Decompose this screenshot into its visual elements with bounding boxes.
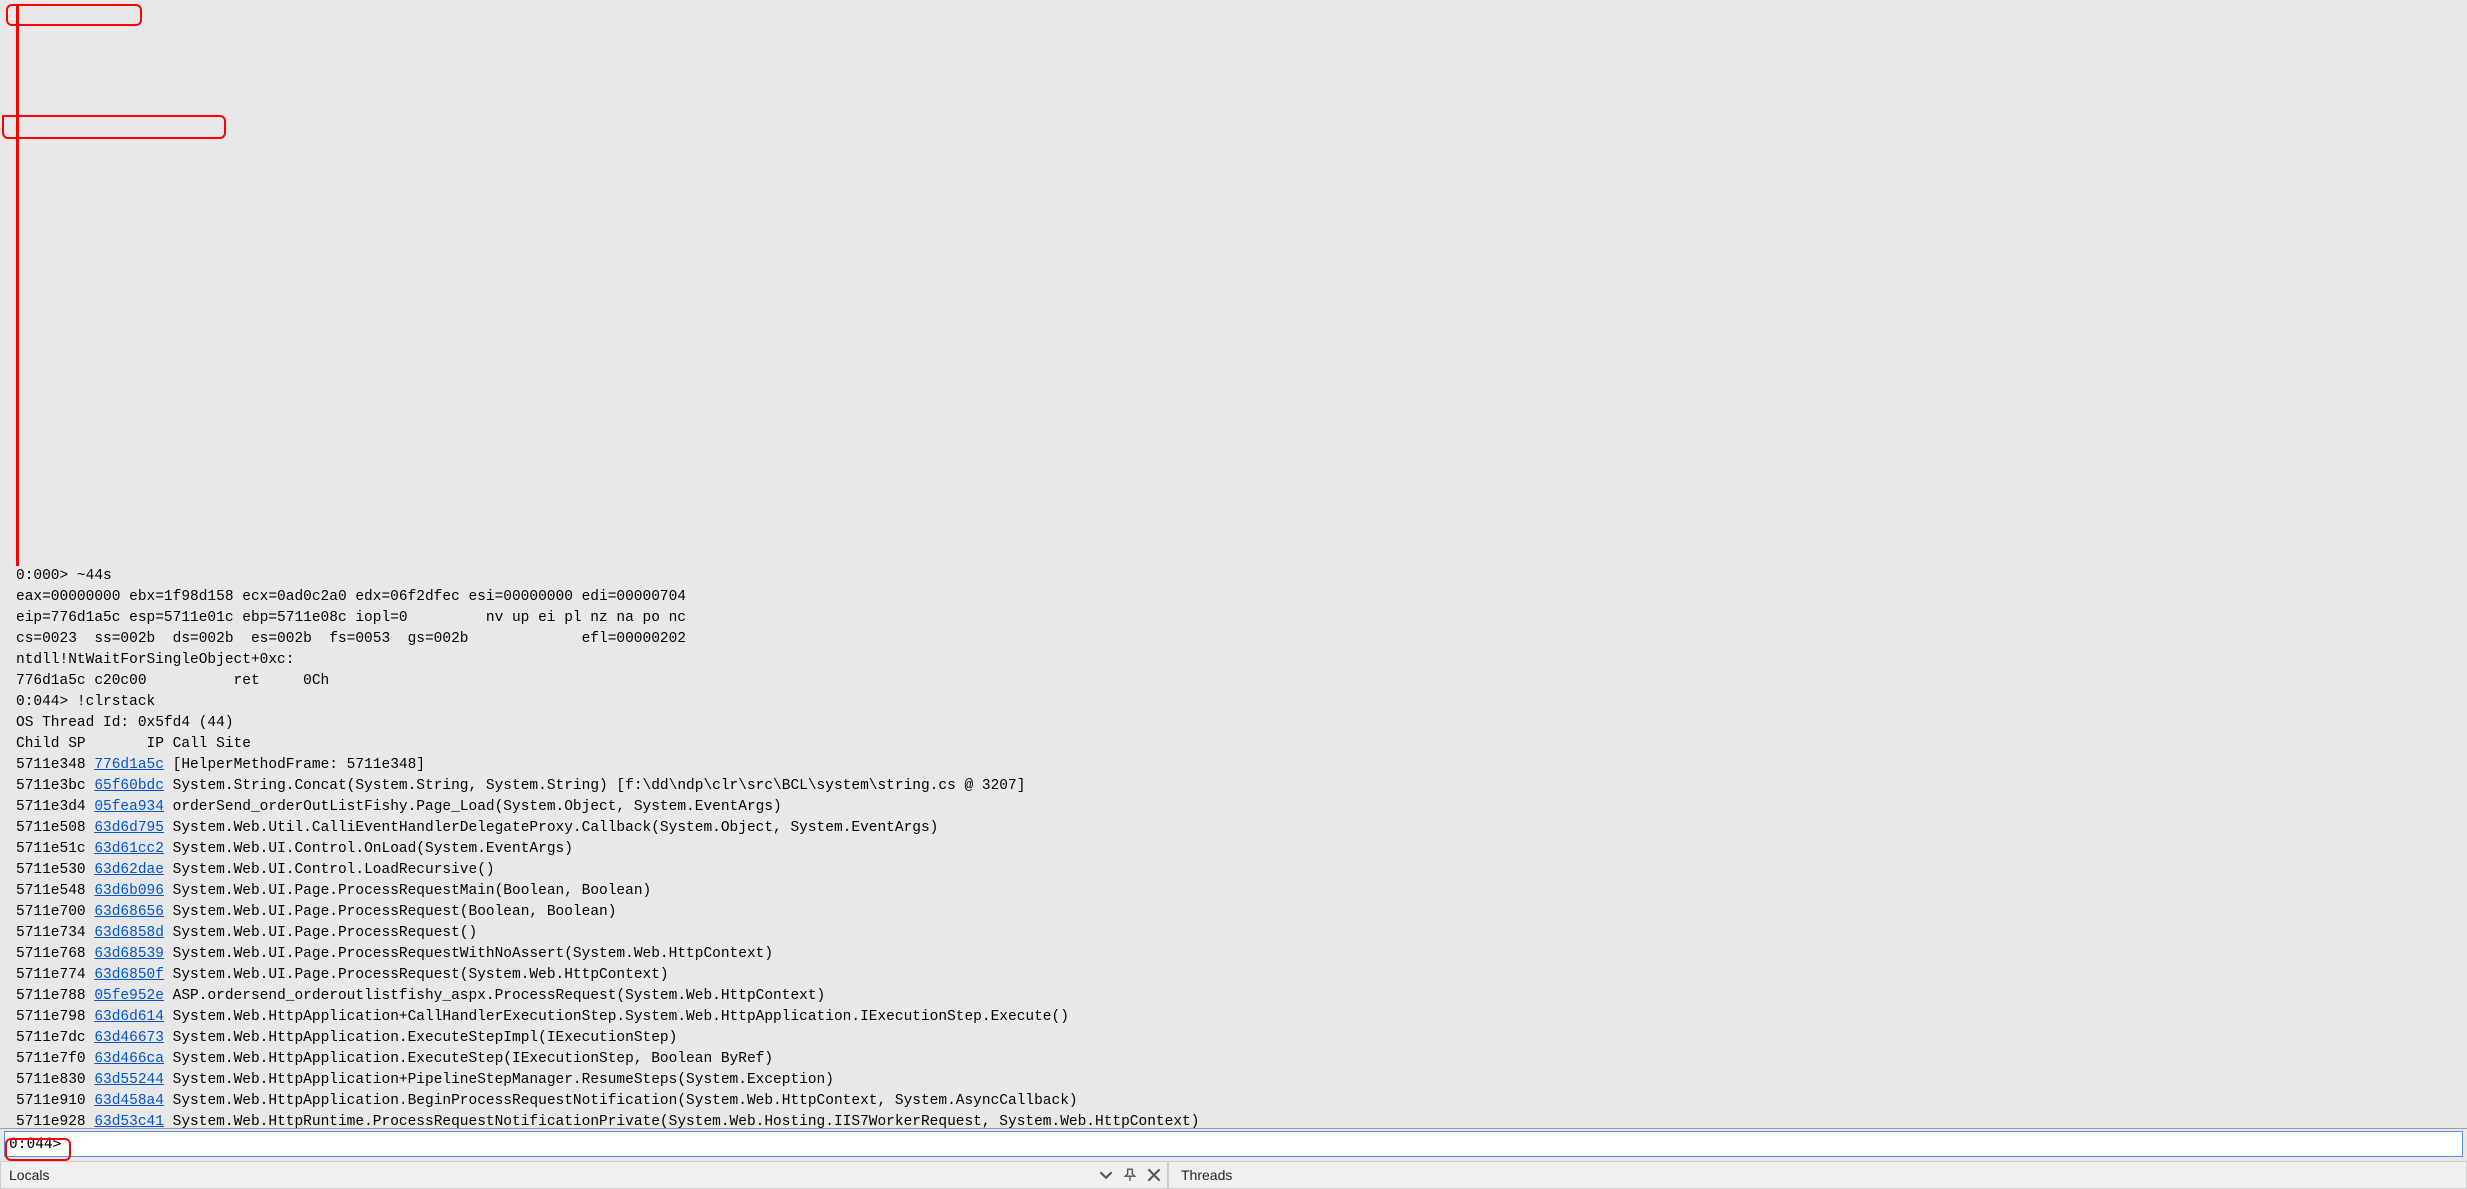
stack-frame: 5711e3bc 65f60bdc System.String.Concat(S…	[16, 776, 2451, 797]
frame-childsp: 5711e788	[16, 988, 94, 1004]
stack-frame: 5711e910 63d458a4 System.Web.HttpApplica…	[16, 1091, 2451, 1112]
stack-frame: 5711e774 63d6850f System.Web.UI.Page.Pro…	[16, 965, 2451, 986]
stack-frame: 5711e734 63d6858d System.Web.UI.Page.Pro…	[16, 923, 2451, 944]
frame-ip-link[interactable]: 63d55244	[94, 1072, 164, 1088]
frame-childsp: 5711e508	[16, 820, 94, 836]
stack-frame: 5711e51c 63d61cc2 System.Web.UI.Control.…	[16, 839, 2451, 860]
frame-ip-link[interactable]: 63d458a4	[94, 1093, 164, 1109]
thread-id-line: OS Thread Id: 0x5fd4 (44)	[16, 713, 2451, 734]
frame-childsp: 5711e700	[16, 904, 94, 920]
frame-ip-link[interactable]: 63d6850f	[94, 967, 164, 983]
locals-panel-header[interactable]: Locals	[0, 1161, 1168, 1189]
frame-childsp: 5711e3bc	[16, 778, 94, 794]
debugger-output-pane[interactable]: 0:000> ~44s eax=00000000 ebx=1f98d158 ec…	[0, 0, 2467, 1129]
stack-frame: 5711e508 63d6d795 System.Web.Util.CalliE…	[16, 818, 2451, 839]
frame-childsp: 5711e774	[16, 967, 94, 983]
frame-childsp: 5711e7f0	[16, 1051, 94, 1067]
frame-callsite: System.Web.UI.Page.ProcessRequestWithNoA…	[164, 946, 773, 962]
frame-callsite: ASP.ordersend_orderoutlistfishy_aspx.Pro…	[164, 988, 825, 1004]
frame-ip-link[interactable]: 63d53c41	[94, 1114, 164, 1129]
frame-childsp: 5711e348	[16, 757, 94, 773]
frame-callsite: System.Web.UI.Page.ProcessRequestMain(Bo…	[164, 883, 651, 899]
frame-ip-link[interactable]: 63d46673	[94, 1030, 164, 1046]
frame-ip-link[interactable]: 63d62dae	[94, 862, 164, 878]
stack-frame: 5711e7f0 63d466ca System.Web.HttpApplica…	[16, 1049, 2451, 1070]
frame-childsp: 5711e768	[16, 946, 94, 962]
frame-childsp: 5711e830	[16, 1072, 94, 1088]
frame-callsite: System.Web.HttpApplication.ExecuteStepIm…	[164, 1030, 677, 1046]
frame-callsite: System.Web.Util.CalliEventHandlerDelegat…	[164, 820, 938, 836]
prompt-line-1: 0:000> ~44s	[16, 566, 2451, 587]
frame-callsite: System.Web.HttpApplication+CallHandlerEx…	[164, 1009, 1069, 1025]
bottom-panel-row: Locals Threads	[0, 1161, 2467, 1189]
prompt-line-2: 0:044> !clrstack	[16, 692, 2451, 713]
frame-callsite: System.String.Concat(System.String, Syst…	[164, 778, 1025, 794]
stack-header: Child SP IP Call Site	[16, 734, 2451, 755]
frame-ip-link[interactable]: 63d466ca	[94, 1051, 164, 1067]
highlight-box-1	[6, 4, 142, 26]
frame-ip-link[interactable]: 63d6d614	[94, 1009, 164, 1025]
stack-frame: 5711e548 63d6b096 System.Web.UI.Page.Pro…	[16, 881, 2451, 902]
frame-ip-link[interactable]: 63d68539	[94, 946, 164, 962]
locals-panel-title: Locals	[9, 1167, 49, 1183]
highlight-box-2	[2, 115, 226, 139]
stack-frame: 5711e830 63d55244 System.Web.HttpApplica…	[16, 1070, 2451, 1091]
highlight-vert-line	[16, 4, 20, 566]
stack-frame: 5711e788 05fe952e ASP.ordersend_orderout…	[16, 986, 2451, 1007]
frame-childsp: 5711e910	[16, 1093, 94, 1109]
register-line: eip=776d1a5c esp=5711e01c ebp=5711e08c i…	[16, 608, 2451, 629]
frame-callsite: System.Web.UI.Page.ProcessRequest(System…	[164, 967, 669, 983]
command-prompt: 0:044>	[9, 1136, 61, 1152]
stack-frame: 5711e3d4 05fea934 orderSend_orderOutList…	[16, 797, 2451, 818]
frame-ip-link[interactable]: 776d1a5c	[94, 757, 164, 773]
frame-childsp: 5711e51c	[16, 841, 94, 857]
frame-callsite: System.Web.UI.Control.OnLoad(System.Even…	[164, 841, 573, 857]
frame-callsite: System.Web.HttpRuntime.ProcessRequestNot…	[164, 1114, 1199, 1129]
frame-childsp: 5711e734	[16, 925, 94, 941]
frame-ip-link[interactable]: 63d6b096	[94, 883, 164, 899]
frame-callsite: orderSend_orderOutListFishy.Page_Load(Sy…	[164, 799, 782, 815]
frame-ip-link[interactable]: 63d61cc2	[94, 841, 164, 857]
close-icon[interactable]	[1147, 1168, 1161, 1182]
threads-panel-header[interactable]: Threads	[1168, 1161, 2467, 1189]
dropdown-icon[interactable]	[1099, 1168, 1113, 1182]
frame-ip-link[interactable]: 63d68656	[94, 904, 164, 920]
frame-ip-link[interactable]: 63d6858d	[94, 925, 164, 941]
disasm-line: 776d1a5c c20c00 ret 0Ch	[16, 671, 2451, 692]
stack-frame: 5711e798 63d6d614 System.Web.HttpApplica…	[16, 1007, 2451, 1028]
stack-frame: 5711e348 776d1a5c [HelperMethodFrame: 57…	[16, 755, 2451, 776]
register-line: cs=0023 ss=002b ds=002b es=002b fs=0053 …	[16, 629, 2451, 650]
register-line: eax=00000000 ebx=1f98d158 ecx=0ad0c2a0 e…	[16, 587, 2451, 608]
frame-childsp: 5711e530	[16, 862, 94, 878]
frame-childsp: 5711e548	[16, 883, 94, 899]
frame-callsite: System.Web.UI.Page.ProcessRequest()	[164, 925, 477, 941]
frame-childsp: 5711e7dc	[16, 1030, 94, 1046]
frame-childsp: 5711e928	[16, 1114, 94, 1129]
frame-callsite: System.Web.UI.Control.LoadRecursive()	[164, 862, 495, 878]
frame-callsite: System.Web.HttpApplication.BeginProcessR…	[164, 1093, 1078, 1109]
command-input-row[interactable]: 0:044>	[4, 1131, 2463, 1157]
stack-frame: 5711e768 63d68539 System.Web.UI.Page.Pro…	[16, 944, 2451, 965]
frame-callsite: [HelperMethodFrame: 5711e348]	[164, 757, 425, 773]
frame-callsite: System.Web.HttpApplication+PipelineStepM…	[164, 1072, 834, 1088]
symbol-line: ntdll!NtWaitForSingleObject+0xc:	[16, 650, 2451, 671]
frame-callsite: System.Web.UI.Page.ProcessRequest(Boolea…	[164, 904, 616, 920]
frame-ip-link[interactable]: 65f60bdc	[94, 778, 164, 794]
frame-childsp: 5711e3d4	[16, 799, 94, 815]
frame-ip-link[interactable]: 05fea934	[94, 799, 164, 815]
frame-childsp: 5711e798	[16, 1009, 94, 1025]
frame-ip-link[interactable]: 05fe952e	[94, 988, 164, 1004]
command-input[interactable]	[61, 1132, 2462, 1156]
frame-callsite: System.Web.HttpApplication.ExecuteStep(I…	[164, 1051, 773, 1067]
stack-frame: 5711e928 63d53c41 System.Web.HttpRuntime…	[16, 1112, 2451, 1129]
threads-panel-title: Threads	[1181, 1167, 1232, 1183]
stack-frame: 5711e530 63d62dae System.Web.UI.Control.…	[16, 860, 2451, 881]
pin-icon[interactable]	[1123, 1168, 1137, 1182]
stack-frame: 5711e700 63d68656 System.Web.UI.Page.Pro…	[16, 902, 2451, 923]
stack-frame: 5711e7dc 63d46673 System.Web.HttpApplica…	[16, 1028, 2451, 1049]
frame-ip-link[interactable]: 63d6d795	[94, 820, 164, 836]
